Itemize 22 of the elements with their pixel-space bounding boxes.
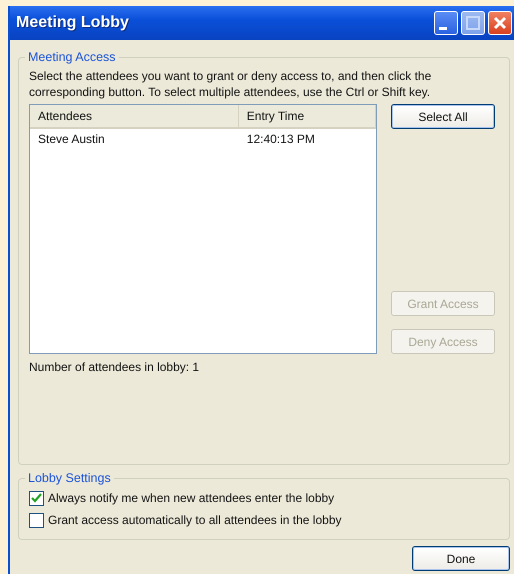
group-title: Meeting Access [27,50,117,64]
done-button[interactable]: Done [412,546,510,571]
checkbox[interactable] [29,512,44,528]
attendee-list[interactable]: Attendees Entry Time Steve Austin 12:40:13 PM [29,104,377,354]
instructions-text: Select the attendees you want to grant or deny access to, and then click the corresponding button. To select multiple attendees, use the Ctrl or Shift key. [29,68,432,100]
maximize-button[interactable] [461,11,485,35]
column-header[interactable]: Attendees [30,105,239,127]
minimize-icon [439,26,447,30]
checkbox[interactable] [29,490,44,506]
action-button[interactable]: Select All [391,104,495,129]
close-icon [493,16,507,30]
minimize-button[interactable] [434,11,458,35]
table-cell-text: Steve Austin [37,131,106,148]
group-title: Lobby Settings [27,471,112,485]
option-label: Always notify me when new attendees enter the lobby [48,491,334,505]
close-button[interactable] [488,11,512,35]
option-label: Grant access automatically to all attendees in the lobby [48,513,342,527]
maximize-icon [466,16,480,30]
attendee-count: Number of attendees in lobby: 1 [29,360,200,374]
window-title: Meeting Lobby [16,14,129,32]
table-cell-text: 12:40:13 PM [246,131,316,148]
column-header[interactable]: Entry Time [238,105,376,127]
